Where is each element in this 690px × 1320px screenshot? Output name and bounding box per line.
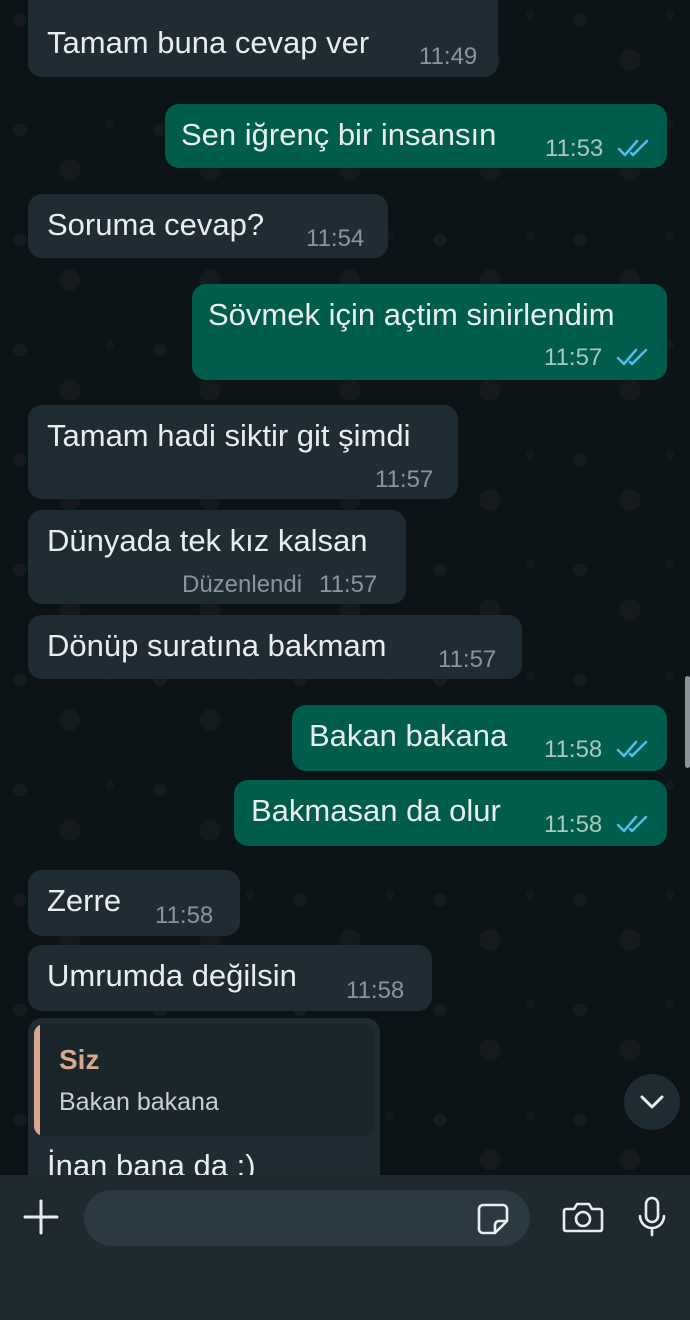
message-text: Tamam hadi siktir git şimdi [47,418,411,453]
chevron-down-icon [640,1095,664,1109]
message-text: Zerre [47,883,122,918]
message-incoming[interactable]: Tamam buna cevap ver 11:49 [28,0,498,77]
double-check-icon [616,814,650,834]
message-time: 11:57 [438,646,497,673]
quote-text: Bakan bakana [59,1088,219,1116]
message-time: 11:58 [155,902,214,929]
message-time: 11:57 [375,466,434,493]
message-text: İnan bana da :) [47,1148,256,1175]
camera-icon[interactable] [561,1199,605,1240]
chat-area[interactable]: Tamam buna cevap ver 11:49 Sen iğrenç bi… [0,0,690,1175]
message-time: 11:54 [306,225,365,252]
plus-icon[interactable] [22,1198,60,1241]
message-input[interactable] [84,1190,530,1246]
microphone-icon[interactable] [637,1196,667,1243]
quoted-message[interactable]: Siz Bakan bakana [34,1024,374,1136]
message-text: Sövmek için açtim sinirlendim [208,297,615,332]
message-text: Dönüp suratına bakmam [47,628,387,663]
message-text: Dünyada tek kız kalsan [47,523,368,558]
message-text: Tamam buna cevap ver [47,25,370,60]
sticker-icon[interactable] [475,1201,511,1242]
message-text: Bakan bakana [309,718,508,753]
scrollbar[interactable] [685,676,690,768]
scroll-down-button[interactable] [624,1074,680,1130]
message-text: Umrumda değilsin [47,958,297,993]
message-incoming[interactable]: Dönüp suratına bakmam 11:57 [28,615,522,679]
quote-accent-bar [34,1024,40,1136]
message-time: 11:58 [346,977,405,1004]
message-outgoing[interactable]: Bakan bakana 11:58 [292,705,667,771]
edited-label: Düzenlendi [182,571,303,598]
quote-author: Siz [59,1044,100,1075]
message-time: 11:58 [544,811,603,838]
message-outgoing[interactable]: Bakmasan da olur 11:58 [234,780,667,846]
message-time: 11:58 [544,736,603,763]
message-outgoing[interactable]: Sövmek için açtim sinirlendim 11:57 [192,284,667,380]
double-check-icon [616,739,650,759]
message-text: Bakmasan da olur [251,793,501,828]
double-check-icon [617,138,651,158]
message-outgoing[interactable]: Sen iğrenç bir insansın 11:53 [165,104,667,168]
message-time: 11:57 [319,571,378,598]
message-text: Soruma cevap? [47,207,265,242]
message-incoming[interactable]: Tamam hadi siktir git şimdi 11:57 [28,405,458,499]
message-time: 11:49 [419,43,478,70]
message-incoming[interactable]: Zerre 11:58 [28,870,240,936]
message-incoming[interactable]: Dünyada tek kız kalsan Düzenlendi 11:57 [28,510,406,604]
message-text: Sen iğrenç bir insansın [181,117,497,152]
message-time: 11:53 [545,135,604,162]
message-time: 11:57 [544,344,603,371]
double-check-icon [616,347,650,367]
message-incoming[interactable]: Umrumda değilsin 11:58 [28,945,432,1011]
message-incoming[interactable]: Soruma cevap? 11:54 [28,194,388,258]
